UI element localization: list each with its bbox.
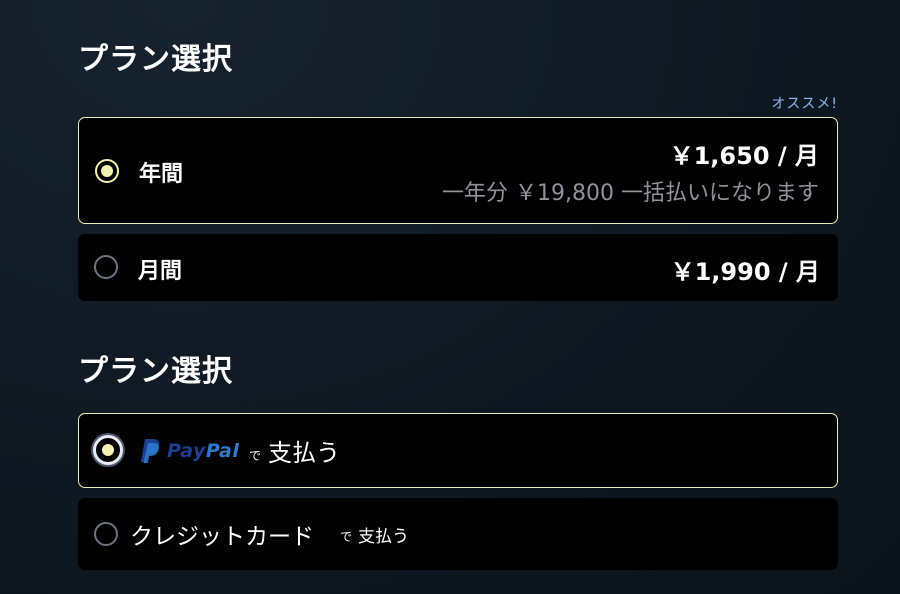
payment-option-paypal[interactable]: PayPal で 支払う [78,413,838,488]
plan-label-yearly: 年間 [139,162,184,187]
paypal-p-icon [141,439,160,463]
radio-unselected-icon[interactable] [94,255,118,279]
plan-option-yearly[interactable]: 年間 ￥1,650 / 月 一年分 ￥19,800 一括払いになります [78,117,838,224]
paypal-action: 支払う [268,439,340,467]
radio-selected-icon[interactable] [93,435,123,465]
plan-section-title: プラン選択 [78,42,233,77]
payment-section-title: プラン選択 [78,354,233,389]
plan-label-monthly: 月間 [138,259,183,284]
payment-option-credit-card[interactable]: クレジットカード で 支払う [78,498,838,570]
credit-card-label: クレジットカード [130,524,314,550]
paypal-logo: PayPal [139,437,239,465]
price-monthly: ￥1,990 / 月 [670,258,820,286]
price-yearly: ￥1,650 / 月 [669,142,819,170]
radio-unselected-icon[interactable] [94,522,118,546]
price-note-yearly: 一年分 ￥19,800 一括払いになります [442,181,819,206]
credit-card-connector: で [340,530,353,544]
recommend-badge: オススメ! [771,96,838,112]
radio-selected-icon[interactable] [95,159,119,183]
paypal-connector: で [249,449,262,463]
paypal-wordmark: PayPal [167,440,240,462]
credit-card-action: 支払う [358,527,409,547]
plan-option-monthly[interactable]: 月間 ￥1,990 / 月 [78,234,838,301]
